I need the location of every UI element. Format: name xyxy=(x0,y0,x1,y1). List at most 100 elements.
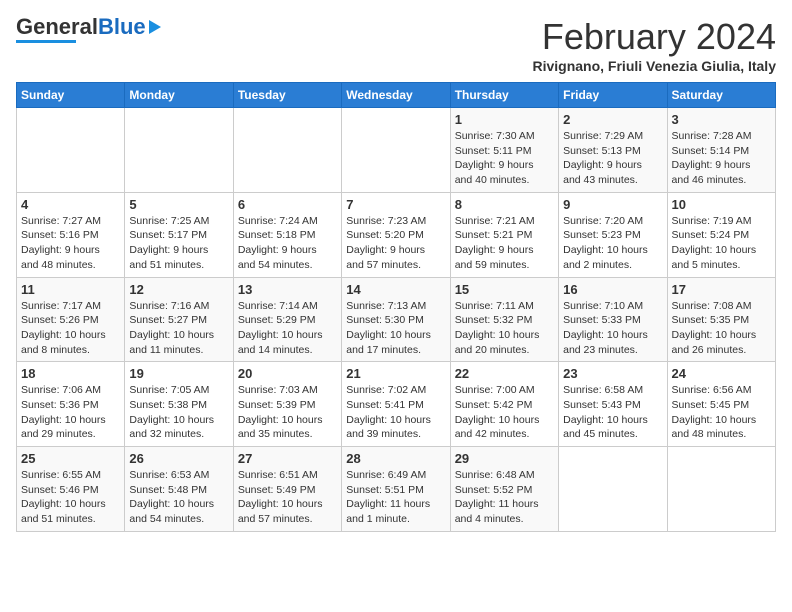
calendar-cell: 26 Sunrise: 6:53 AM Sunset: 5:48 PM Dayli… xyxy=(125,447,233,532)
day-number: 10 xyxy=(672,197,771,212)
day-number: 2 xyxy=(563,112,662,127)
calendar-cell: 11 Sunrise: 7:17 AM Sunset: 5:26 PM Dayli… xyxy=(17,277,125,362)
day-info: Sunrise: 7:17 AM Sunset: 5:26 PM Dayligh… xyxy=(21,299,120,358)
day-info: Sunrise: 7:13 AM Sunset: 5:30 PM Dayligh… xyxy=(346,299,445,358)
day-info: Sunrise: 6:55 AM Sunset: 5:46 PM Dayligh… xyxy=(21,468,120,527)
logo: GeneralBlue xyxy=(16,16,161,43)
day-info: Sunrise: 7:30 AM Sunset: 5:11 PM Dayligh… xyxy=(455,129,554,188)
day-info: Sunrise: 7:14 AM Sunset: 5:29 PM Dayligh… xyxy=(238,299,337,358)
day-number: 11 xyxy=(21,282,120,297)
day-number: 1 xyxy=(455,112,554,127)
day-info: Sunrise: 7:11 AM Sunset: 5:32 PM Dayligh… xyxy=(455,299,554,358)
day-number: 7 xyxy=(346,197,445,212)
calendar-cell: 1 Sunrise: 7:30 AM Sunset: 5:11 PM Daylig… xyxy=(450,108,558,193)
day-info: Sunrise: 7:00 AM Sunset: 5:42 PM Dayligh… xyxy=(455,383,554,442)
day-number: 5 xyxy=(129,197,228,212)
day-header-sunday: Sunday xyxy=(17,83,125,108)
day-number: 15 xyxy=(455,282,554,297)
day-number: 3 xyxy=(672,112,771,127)
day-number: 17 xyxy=(672,282,771,297)
calendar-cell: 15 Sunrise: 7:11 AM Sunset: 5:32 PM Dayli… xyxy=(450,277,558,362)
day-number: 22 xyxy=(455,366,554,381)
title-block: February 2024 Rivignano, Friuli Venezia … xyxy=(532,16,776,74)
day-number: 4 xyxy=(21,197,120,212)
calendar-cell xyxy=(559,447,667,532)
calendar-cell xyxy=(17,108,125,193)
calendar-cell: 28Sunrise: 6:49 AM Sunset: 5:51 PM Dayli… xyxy=(342,447,450,532)
calendar-cell: 21Sunrise: 7:02 AM Sunset: 5:41 PM Dayli… xyxy=(342,362,450,447)
day-number: 26 xyxy=(129,451,228,466)
calendar-cell: 19 Sunrise: 7:05 AM Sunset: 5:38 PM Dayli… xyxy=(125,362,233,447)
day-number: 19 xyxy=(129,366,228,381)
calendar-cell: 24 Sunrise: 6:56 AM Sunset: 5:45 PM Dayli… xyxy=(667,362,775,447)
day-number: 21 xyxy=(346,366,445,381)
day-info: Sunrise: 7:24 AM Sunset: 5:18 PM Dayligh… xyxy=(238,214,337,273)
day-number: 13 xyxy=(238,282,337,297)
day-number: 24 xyxy=(672,366,771,381)
day-info: Sunrise: 7:06 AM Sunset: 5:36 PM Dayligh… xyxy=(21,383,120,442)
day-header-tuesday: Tuesday xyxy=(233,83,341,108)
day-info: Sunrise: 6:56 AM Sunset: 5:45 PM Dayligh… xyxy=(672,383,771,442)
calendar-cell: 2 Sunrise: 7:29 AM Sunset: 5:13 PM Daylig… xyxy=(559,108,667,193)
day-header-thursday: Thursday xyxy=(450,83,558,108)
calendar-cell: 17 Sunrise: 7:08 AM Sunset: 5:35 PM Dayli… xyxy=(667,277,775,362)
day-info: Sunrise: 7:10 AM Sunset: 5:33 PM Dayligh… xyxy=(563,299,662,358)
calendar-cell xyxy=(667,447,775,532)
day-header-friday: Friday xyxy=(559,83,667,108)
day-number: 6 xyxy=(238,197,337,212)
day-info: Sunrise: 7:28 AM Sunset: 5:14 PM Dayligh… xyxy=(672,129,771,188)
calendar-cell: 27 Sunrise: 6:51 AM Sunset: 5:49 PM Dayli… xyxy=(233,447,341,532)
day-number: 18 xyxy=(21,366,120,381)
calendar-cell: 7Sunrise: 7:23 AM Sunset: 5:20 PM Daylig… xyxy=(342,192,450,277)
day-info: Sunrise: 6:51 AM Sunset: 5:49 PM Dayligh… xyxy=(238,468,337,527)
calendar-cell: 20 Sunrise: 7:03 AM Sunset: 5:39 PM Dayli… xyxy=(233,362,341,447)
calendar-cell: 9Sunrise: 7:20 AM Sunset: 5:23 PM Daylig… xyxy=(559,192,667,277)
calendar-cell: 13 Sunrise: 7:14 AM Sunset: 5:29 PM Dayli… xyxy=(233,277,341,362)
logo-text: GeneralBlue xyxy=(16,16,146,38)
calendar-cell: 5 Sunrise: 7:25 AM Sunset: 5:17 PM Daylig… xyxy=(125,192,233,277)
day-number: 20 xyxy=(238,366,337,381)
day-info: Sunrise: 7:29 AM Sunset: 5:13 PM Dayligh… xyxy=(563,129,662,188)
day-header-monday: Monday xyxy=(125,83,233,108)
calendar-week-row: 18 Sunrise: 7:06 AM Sunset: 5:36 PM Dayli… xyxy=(17,362,776,447)
day-info: Sunrise: 7:08 AM Sunset: 5:35 PM Dayligh… xyxy=(672,299,771,358)
day-info: Sunrise: 7:25 AM Sunset: 5:17 PM Dayligh… xyxy=(129,214,228,273)
day-number: 8 xyxy=(455,197,554,212)
day-info: Sunrise: 7:19 AM Sunset: 5:24 PM Dayligh… xyxy=(672,214,771,273)
calendar-cell: 23 Sunrise: 6:58 AM Sunset: 5:43 PM Dayli… xyxy=(559,362,667,447)
calendar-week-row: 11 Sunrise: 7:17 AM Sunset: 5:26 PM Dayli… xyxy=(17,277,776,362)
calendar-cell: 3 Sunrise: 7:28 AM Sunset: 5:14 PM Daylig… xyxy=(667,108,775,193)
day-info: Sunrise: 6:53 AM Sunset: 5:48 PM Dayligh… xyxy=(129,468,228,527)
day-info: Sunrise: 7:03 AM Sunset: 5:39 PM Dayligh… xyxy=(238,383,337,442)
day-info: Sunrise: 7:27 AM Sunset: 5:16 PM Dayligh… xyxy=(21,214,120,273)
calendar-cell: 8 Sunrise: 7:21 AM Sunset: 5:21 PM Daylig… xyxy=(450,192,558,277)
day-number: 27 xyxy=(238,451,337,466)
day-number: 16 xyxy=(563,282,662,297)
calendar-cell: 29 Sunrise: 6:48 AM Sunset: 5:52 PM Dayli… xyxy=(450,447,558,532)
day-info: Sunrise: 7:20 AM Sunset: 5:23 PM Dayligh… xyxy=(563,214,662,273)
month-title: February 2024 xyxy=(532,16,776,58)
logo-arrow-icon xyxy=(149,20,161,34)
calendar-week-row: 4 Sunrise: 7:27 AM Sunset: 5:16 PM Daylig… xyxy=(17,192,776,277)
calendar-cell: 18 Sunrise: 7:06 AM Sunset: 5:36 PM Dayli… xyxy=(17,362,125,447)
logo-underline xyxy=(16,40,76,43)
calendar-cell: 22 Sunrise: 7:00 AM Sunset: 5:42 PM Dayli… xyxy=(450,362,558,447)
calendar-table: SundayMondayTuesdayWednesdayThursdayFrid… xyxy=(16,82,776,532)
calendar-cell: 14Sunrise: 7:13 AM Sunset: 5:30 PM Dayli… xyxy=(342,277,450,362)
day-info: Sunrise: 6:48 AM Sunset: 5:52 PM Dayligh… xyxy=(455,468,554,527)
day-info: Sunrise: 6:49 AM Sunset: 5:51 PM Dayligh… xyxy=(346,468,445,527)
day-info: Sunrise: 7:05 AM Sunset: 5:38 PM Dayligh… xyxy=(129,383,228,442)
location: Rivignano, Friuli Venezia Giulia, Italy xyxy=(532,58,776,74)
calendar-header-row: SundayMondayTuesdayWednesdayThursdayFrid… xyxy=(17,83,776,108)
calendar-cell xyxy=(233,108,341,193)
calendar-cell: 4 Sunrise: 7:27 AM Sunset: 5:16 PM Daylig… xyxy=(17,192,125,277)
day-header-saturday: Saturday xyxy=(667,83,775,108)
day-info: Sunrise: 6:58 AM Sunset: 5:43 PM Dayligh… xyxy=(563,383,662,442)
page-header: GeneralBlue February 2024 Rivignano, Fri… xyxy=(16,16,776,74)
calendar-cell: 12 Sunrise: 7:16 AM Sunset: 5:27 PM Dayli… xyxy=(125,277,233,362)
day-number: 12 xyxy=(129,282,228,297)
day-number: 29 xyxy=(455,451,554,466)
day-number: 23 xyxy=(563,366,662,381)
day-info: Sunrise: 7:21 AM Sunset: 5:21 PM Dayligh… xyxy=(455,214,554,273)
day-info: Sunrise: 7:16 AM Sunset: 5:27 PM Dayligh… xyxy=(129,299,228,358)
